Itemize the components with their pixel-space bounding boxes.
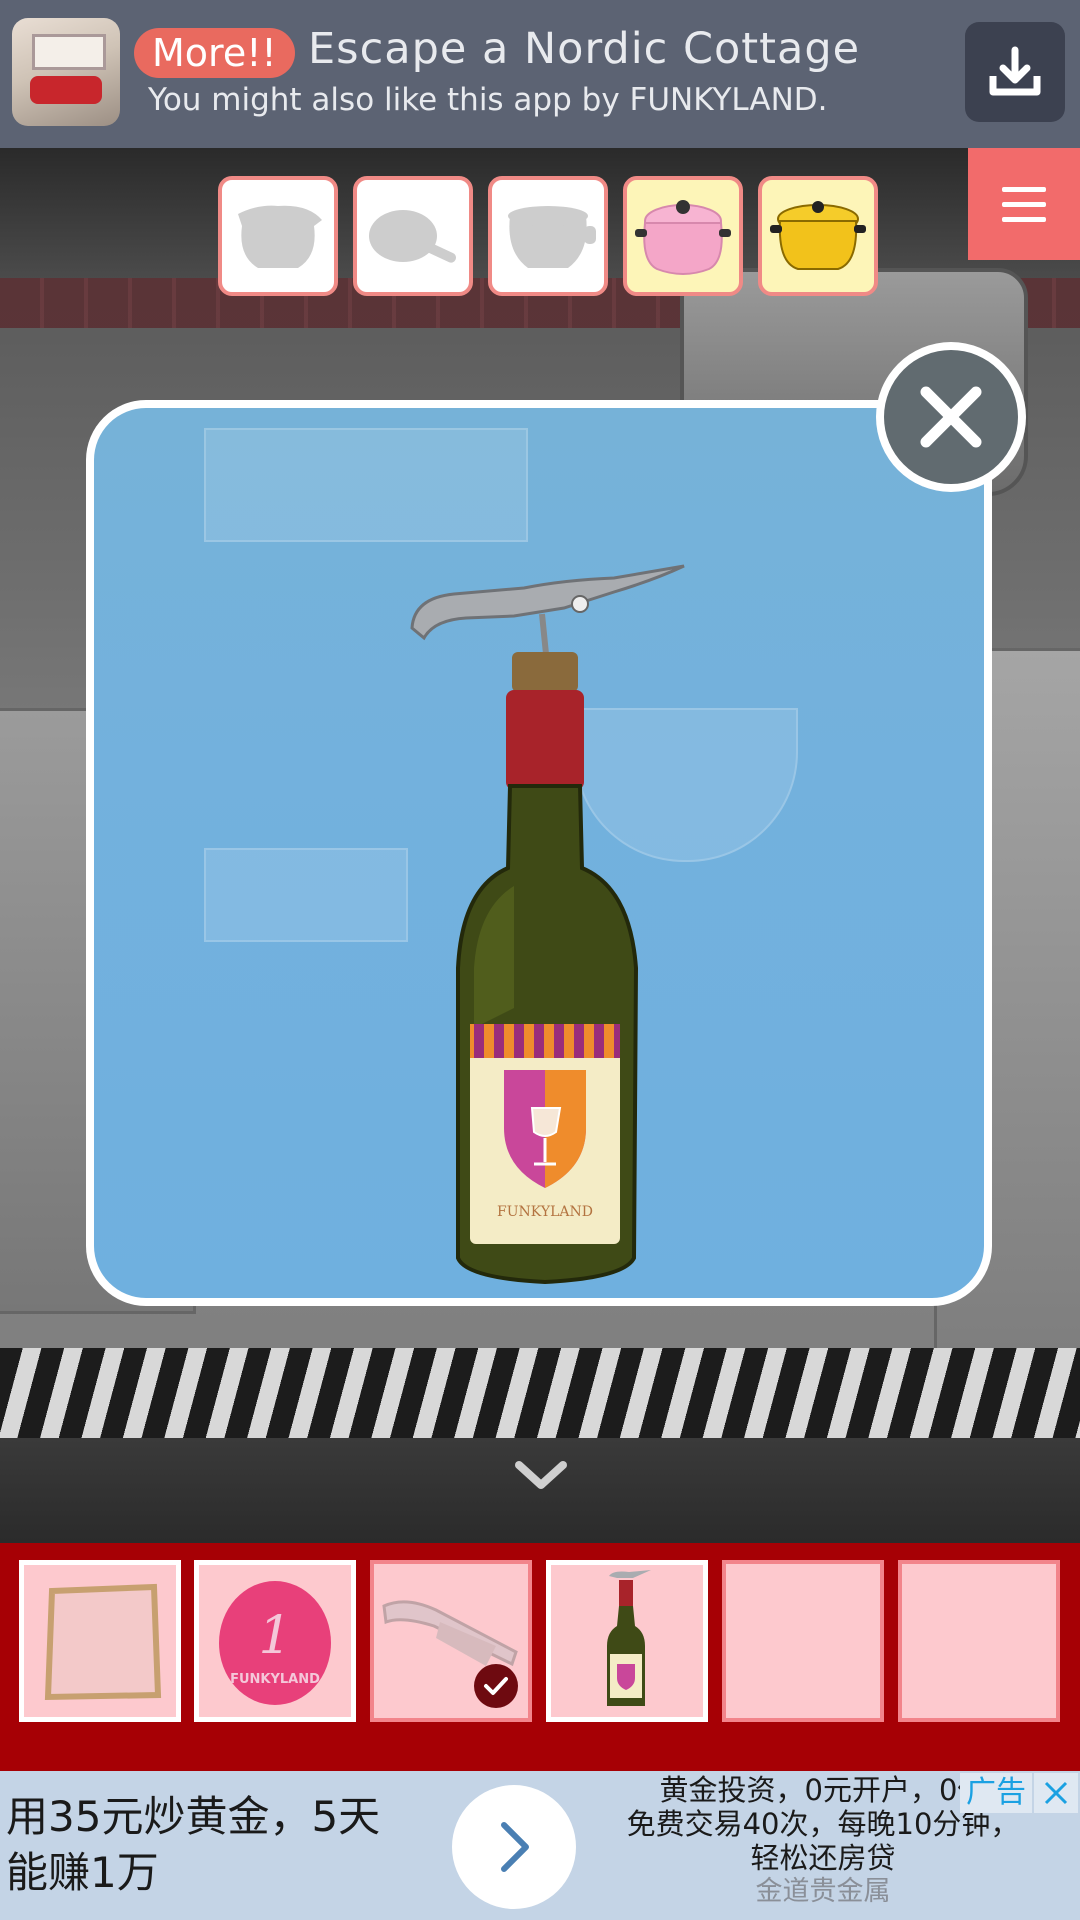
close-button[interactable] bbox=[876, 342, 1026, 492]
check-icon bbox=[474, 1664, 518, 1708]
ad-app-subtitle: You might also like this app by FUNKYLAN… bbox=[148, 82, 828, 118]
popup-view[interactable]: FUNKYLAND bbox=[94, 408, 984, 1298]
inventory-bar: 1 FUNKYLAND bbox=[0, 1543, 1080, 1771]
ad-close-icon[interactable] bbox=[1034, 1773, 1078, 1813]
bottle-label-text: FUNKYLAND bbox=[497, 1204, 593, 1220]
ad-headline[interactable]: 用35元炒黄金，5天 能赚1万 bbox=[6, 1789, 446, 1901]
yellow-pot-icon bbox=[770, 201, 866, 270]
glass-frame-icon bbox=[44, 1583, 162, 1701]
ad-tag: 广告 bbox=[960, 1773, 1032, 1813]
hint-slot-kettle[interactable] bbox=[218, 176, 338, 296]
hint-slot-yellow-pot[interactable] bbox=[758, 176, 878, 296]
close-icon bbox=[884, 350, 1018, 484]
download-icon bbox=[989, 46, 1041, 96]
ad-body-line3: 轻松还房贷 bbox=[750, 1841, 896, 1875]
menu-bar bbox=[1002, 186, 1046, 192]
ad-app-title[interactable]: Escape a Nordic Cottage bbox=[308, 24, 860, 74]
inventory-slot-empty-6[interactable] bbox=[898, 1560, 1060, 1722]
inventory-slot-wine-bottle[interactable] bbox=[546, 1560, 708, 1722]
item-zoom-popup: FUNKYLAND bbox=[86, 400, 992, 1306]
pot-silhouette-icon bbox=[508, 206, 596, 268]
hint-slot-pot[interactable] bbox=[488, 176, 608, 296]
top-ad-banner[interactable]: More!! Escape a Nordic Cottage You might… bbox=[0, 0, 1080, 148]
pink-pot-icon bbox=[635, 200, 731, 275]
app-icon-window bbox=[32, 34, 106, 70]
cottage-app-icon[interactable] bbox=[12, 18, 120, 126]
token-brand: FUNKYLAND bbox=[230, 1672, 320, 1687]
inventory-slot-token[interactable]: 1 FUNKYLAND bbox=[194, 1560, 356, 1722]
app-icon-sofa bbox=[30, 76, 102, 104]
ad-headline-line2: 能赚1万 bbox=[6, 1848, 159, 1897]
hamburger-menu-icon[interactable] bbox=[968, 148, 1080, 260]
token-number: 1 bbox=[258, 1606, 291, 1666]
inventory-slot-empty-5[interactable] bbox=[722, 1560, 884, 1722]
ad-arrow-button[interactable] bbox=[452, 1785, 576, 1909]
wine-bottle-icon bbox=[607, 1570, 651, 1706]
funkyland-token-icon: 1 FUNKYLAND bbox=[219, 1581, 331, 1705]
wine-bottle-corkscrew[interactable]: FUNKYLAND bbox=[94, 408, 984, 1298]
hint-slot-pink-pot[interactable] bbox=[623, 176, 743, 296]
kettle-silhouette-icon bbox=[238, 205, 322, 268]
more-badge[interactable]: More!! bbox=[134, 28, 295, 78]
ad-source: 金道贵金属 bbox=[755, 1876, 891, 1907]
menu-bar bbox=[1002, 216, 1046, 222]
saucepan-silhouette-icon bbox=[369, 210, 456, 263]
menu-bar bbox=[1002, 201, 1046, 207]
hint-slot-saucepan[interactable] bbox=[353, 176, 473, 296]
inventory-slot-glass-frame[interactable] bbox=[19, 1560, 181, 1722]
chevron-down-icon[interactable] bbox=[513, 1455, 569, 1495]
chevron-right-icon bbox=[501, 1822, 529, 1872]
download-button[interactable] bbox=[965, 22, 1065, 122]
ad-headline-line1: 用35元炒黄金，5天 bbox=[6, 1792, 381, 1841]
inventory-slot-corkscrew[interactable] bbox=[370, 1560, 532, 1722]
bottom-ad-banner[interactable]: 用35元炒黄金，5天 能赚1万 黄金投资，0元开户，0佣 免费交易40次，每晚1… bbox=[0, 1771, 1080, 1920]
